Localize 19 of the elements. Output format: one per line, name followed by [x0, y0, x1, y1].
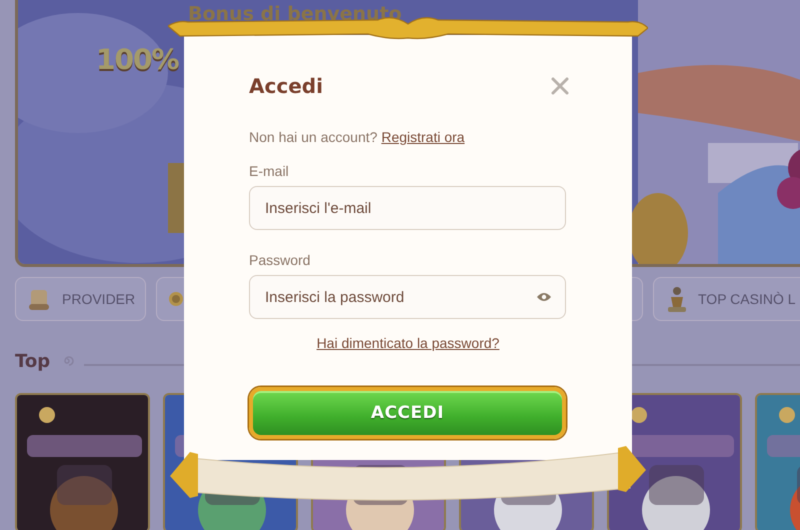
eye-icon[interactable]	[536, 291, 552, 303]
signup-prompt: Non hai un account? Registrati ora	[249, 129, 466, 145]
bonus-amount: 100%	[96, 43, 179, 76]
section-title: Top	[15, 350, 50, 372]
email-field[interactable]: Inserisci l'e-mail	[249, 186, 566, 230]
field-label: Password	[249, 252, 312, 268]
forgot-password-link[interactable]: Hai dimenticato la password?	[316, 335, 500, 351]
signup-link[interactable]: Registrati ora	[381, 129, 465, 145]
field-label: E-mail	[249, 163, 290, 179]
password-field[interactable]: Inserisci la password	[249, 275, 566, 319]
category-chip[interactable]: PROVIDER	[15, 277, 146, 321]
coin-icon	[169, 292, 183, 306]
statue-icon	[666, 285, 688, 313]
close-icon	[550, 76, 570, 96]
banner-title: Bonus di benvenuto	[188, 3, 402, 25]
login-button[interactable]: ACCEDI	[249, 387, 566, 439]
dialog-title: Accedi	[249, 74, 323, 98]
category-chip[interactable]: TOP CASINÒ L	[653, 277, 800, 321]
close-button[interactable]	[550, 76, 570, 96]
